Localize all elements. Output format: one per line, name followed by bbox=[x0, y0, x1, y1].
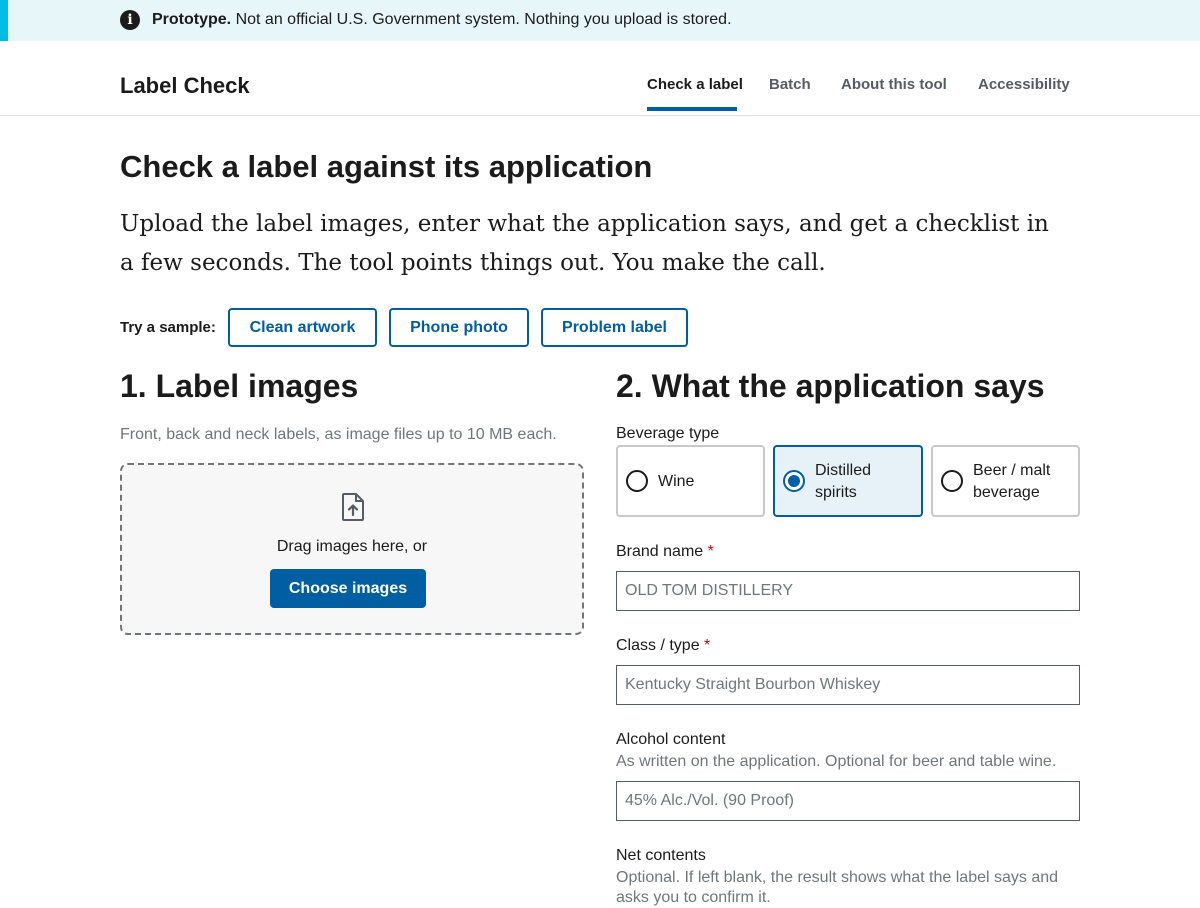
class-type-label-text: Class / type bbox=[616, 637, 700, 654]
brand-name-label-text: Brand name bbox=[616, 543, 704, 560]
site-header: Label Check Check a label Batch About th… bbox=[0, 41, 1200, 116]
alcohol-content-input[interactable] bbox=[616, 781, 1080, 821]
sample-clean-artwork-button[interactable]: Clean artwork bbox=[228, 308, 377, 347]
label-images-hint: Front, back and neck labels, as image fi… bbox=[120, 426, 557, 443]
beverage-option-label: Distilled spirits bbox=[815, 462, 872, 501]
beverage-type-label: Beverage type bbox=[616, 425, 720, 442]
alcohol-content-hint: As written on the application. Optional … bbox=[616, 753, 1057, 770]
nav-about[interactable]: About this tool bbox=[841, 75, 947, 95]
choose-images-button[interactable]: Choose images bbox=[270, 569, 426, 608]
brand-name-label: Brand name * bbox=[616, 542, 714, 562]
nav-batch[interactable]: Batch bbox=[769, 75, 811, 95]
required-mark: * bbox=[704, 637, 711, 654]
net-contents-hint: Optional. If left blank, the result show… bbox=[616, 869, 1059, 906]
lead-text: Upload the label images, enter what the … bbox=[120, 211, 1049, 276]
radio-dot bbox=[788, 475, 800, 487]
image-dropzone[interactable]: Drag images here, or Choose images bbox=[120, 463, 584, 635]
dropzone-text: Drag images here, or bbox=[276, 538, 428, 555]
radio-circle-icon bbox=[626, 470, 648, 492]
sample-problem-label-button[interactable]: Problem label bbox=[541, 308, 688, 347]
prototype-banner: i Prototype. Not an official U.S. Govern… bbox=[0, 0, 1200, 41]
sample-phone-photo-button[interactable]: Phone photo bbox=[389, 308, 529, 347]
beverage-option-label: Wine bbox=[658, 473, 695, 490]
class-type-label: Class / type * bbox=[616, 636, 710, 656]
net-contents-label: Net contents bbox=[616, 847, 706, 864]
nav-check-a-label[interactable]: Check a label bbox=[647, 75, 743, 95]
beverage-option-wine[interactable]: Wine bbox=[616, 445, 765, 517]
class-type-input[interactable] bbox=[616, 665, 1080, 705]
beverage-option-distilled-spirits[interactable]: Distilled spirits bbox=[773, 445, 923, 517]
banner-message: Not an official U.S. Government system. … bbox=[235, 11, 732, 28]
info-icon: i bbox=[120, 10, 140, 30]
radio-circle-icon bbox=[941, 470, 963, 492]
nav-current-indicator bbox=[647, 107, 737, 111]
label-images-heading: 1. Label images bbox=[120, 368, 359, 404]
alcohol-content-label: Alcohol content bbox=[616, 731, 726, 748]
sample-label: Try a sample: bbox=[120, 319, 216, 336]
brand-name-input[interactable] bbox=[616, 571, 1080, 611]
radio-checked-icon bbox=[783, 470, 805, 492]
banner-strong: Prototype. bbox=[152, 11, 232, 28]
page-title: Check a label against its application bbox=[120, 149, 653, 184]
beverage-option-label: Beer / malt beverage bbox=[973, 462, 1051, 501]
application-heading: 2. What the application says bbox=[616, 368, 1045, 404]
banner-text: Prototype. Not an official U.S. Governme… bbox=[152, 10, 732, 30]
site-title[interactable]: Label Check bbox=[120, 72, 250, 100]
nav-accessibility[interactable]: Accessibility bbox=[978, 75, 1070, 95]
beverage-option-beer[interactable]: Beer / malt beverage bbox=[931, 445, 1080, 517]
required-mark: * bbox=[707, 543, 714, 560]
file-upload-icon bbox=[342, 493, 364, 521]
